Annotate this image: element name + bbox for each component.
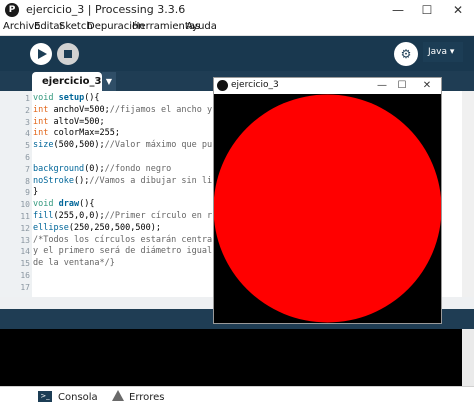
line-number: 6 [25,153,30,162]
code-token: noStroke [33,175,74,186]
code-token: (){ [84,93,100,103]
code-token: //Valor máximo que pu [104,140,213,151]
line-number: 4 [25,129,30,139]
code-token: void [33,93,59,103]
code-token: (){ [79,199,95,210]
line-number: 12 [20,223,30,233]
console-scrollbar[interactable] [462,329,474,386]
code-token: } [33,187,39,198]
code-token: //fijamos el ancho y [109,104,213,115]
line-number: 17 [20,282,30,292]
line-number: 5 [25,141,30,151]
play-icon[interactable] [30,43,52,65]
code-token: fill [33,211,54,221]
code-line: size(500,500);//Valor máximo que pu [33,140,212,151]
line-number: 1 [25,94,30,103]
close-button[interactable]: ✕ [445,1,471,19]
code-line: noStroke();//Vamos a dibujar sin li [33,176,212,187]
line-number: 13 [20,235,30,245]
canvas-drawing [214,94,441,323]
line-number: 9 [25,188,30,198]
processing-logo-icon [217,80,228,91]
code-token: setup [58,93,85,103]
line-number: 7 [25,164,30,174]
code-line: de la ventana*/} [33,258,115,269]
code-token: (255,0,0); [53,211,105,221]
sketch-maximize-button[interactable]: ☐ [394,78,410,94]
line-number: 8 [25,176,30,186]
code-line: fill(255,0,0);//Primer círculo en r [33,211,212,222]
code-token: (250,250,500,500); [68,222,161,233]
line-number: 16 [20,271,30,280]
code-token: y el primero será de diámetro igual [33,246,213,257]
stop-icon[interactable] [57,43,79,65]
line-number-gutter: 1 2 3 4 5 6 7 8 9 10 11 12 13 14 15 16 17 [0,91,32,297]
code-line: } [33,187,38,198]
code-token: ellipse [33,222,69,233]
console-tab[interactable]: Consola [58,388,98,407]
processing-logo-icon: P [5,3,19,17]
title-bar: P ejercicio_3 | Processing 3.3.6 — ☐ ✕ [0,0,474,20]
sketch-close-button[interactable]: ✕ [419,78,435,94]
debug-icon[interactable]: ⚙ [394,42,418,66]
code-token: (); [73,175,90,186]
menu-bar: Archivo Editar Sketch Depuración Herrami… [0,20,474,36]
code-token: anchoV=500; [53,104,110,115]
code-token: (0); [84,163,105,174]
code-token: /*Todos los círculos estarán centra [33,234,213,245]
sketch-title: ejercicio_3 [231,80,279,90]
code-token: colorMax=255; [53,128,121,139]
code-token: //fondo negro [104,163,172,174]
window-title: ejercicio_3 | Processing 3.3.6 [26,3,186,16]
editor-vertical-scrollbar[interactable] [462,91,474,297]
code-token: size [33,140,54,151]
code-token: void [33,199,59,210]
code-token: (500,500); [53,140,105,151]
line-number: 11 [20,212,30,221]
code-line: void draw(){ [33,199,94,210]
tab-ejercicio-3[interactable]: ejercicio_3 [32,72,102,91]
code-line: y el primero será de diámetro igual [33,246,212,257]
console-icon: >_ [38,391,52,402]
minimize-button[interactable]: — [385,1,411,19]
code-line: int altoV=500; [33,117,105,128]
line-number: 2 [25,105,30,115]
code-token: background [33,163,85,174]
maximize-button[interactable]: ☐ [414,1,440,19]
code-line: ellipse(250,250,500,500); [33,223,161,234]
warning-icon [112,390,124,401]
mode-select[interactable]: Java ▾ [423,42,463,62]
code-line: void setup(){ [33,93,100,104]
menu-ayuda[interactable]: Ayuda [186,21,217,32]
code-token: draw [58,199,80,210]
code-token: int [33,116,54,127]
code-token: altoV=500; [53,116,105,127]
code-token: //Primer círculo en r [104,211,213,221]
errors-tab[interactable]: Errores [129,388,165,407]
line-number: 3 [25,117,30,127]
red-circle [214,94,441,323]
code-line: int anchoV=500;//fijamos el ancho y [33,105,212,116]
code-token: int [33,128,54,139]
sketch-window: ejercicio_3 — ☐ ✕ [213,77,442,324]
sketch-title-bar: ejercicio_3 — ☐ ✕ [214,78,441,94]
code-token: de la ventana*/} [33,258,115,269]
code-token: int [33,104,54,115]
line-number: 10 [20,200,30,210]
line-number: 14 [20,247,30,257]
console-output [0,329,462,386]
code-line: int colorMax=255; [33,128,120,139]
sketch-minimize-button[interactable]: — [374,78,390,94]
code-line: background(0);//fondo negro [33,164,171,175]
code-token: //Vamos a dibujar sin li [89,175,213,186]
line-number: 15 [20,259,30,269]
sketch-canvas[interactable] [214,94,441,323]
code-line: /*Todos los círculos estarán centra [33,235,212,246]
tab-menu-button[interactable]: ▼ [102,72,116,91]
